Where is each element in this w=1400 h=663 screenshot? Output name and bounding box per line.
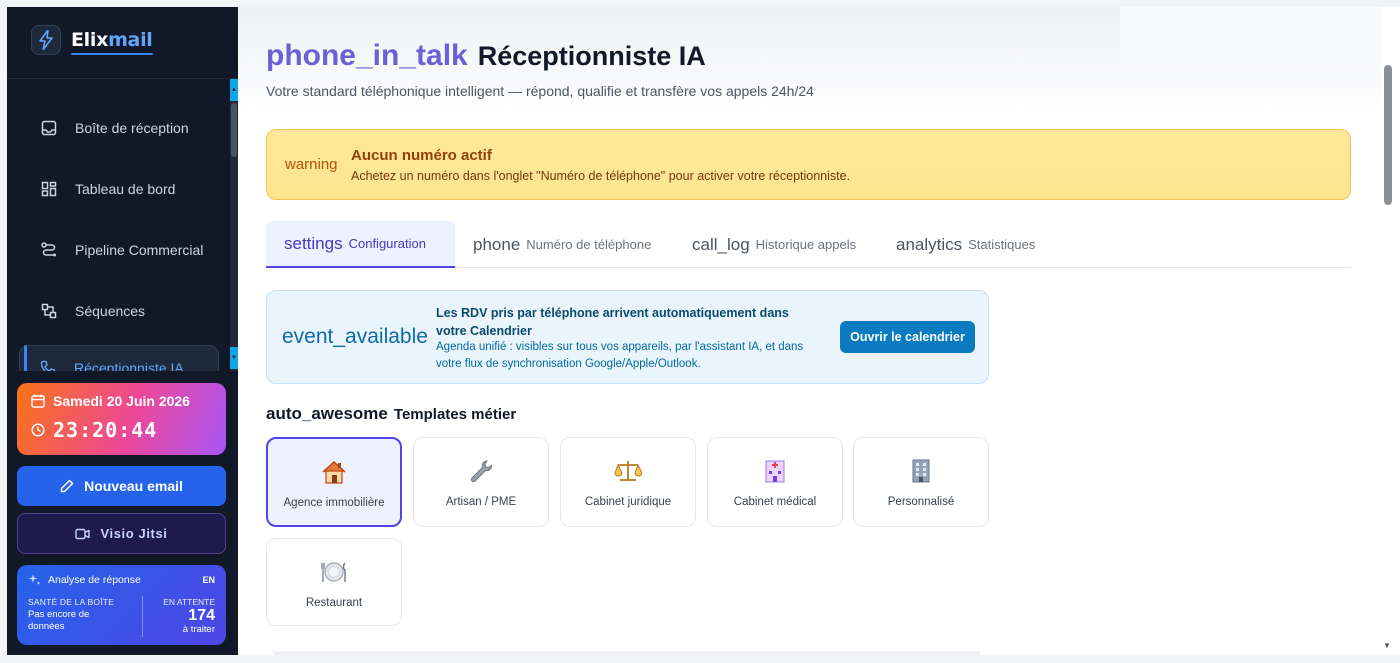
next-section-edge xyxy=(274,651,980,655)
house-icon xyxy=(268,459,400,485)
template-card-restaurant[interactable]: Restaurant xyxy=(266,538,402,626)
main-content: phone_in_talk Réceptionniste IA Votre st… xyxy=(238,7,1381,655)
calendar-info-title: Les RDV pris par téléphone arrivent auto… xyxy=(436,306,789,338)
template-card-real-estate[interactable]: Agence immobilière xyxy=(266,437,402,527)
scroll-down-icon[interactable]: ▼ xyxy=(230,347,238,369)
pipeline-icon xyxy=(41,242,56,257)
app-logo[interactable]: Elixmail xyxy=(31,25,153,55)
pencil-icon xyxy=(60,479,74,493)
pending-suffix: à traiter xyxy=(182,624,215,635)
active-indicator xyxy=(24,345,27,371)
sidebar-item-sequences[interactable]: Séquences xyxy=(19,288,219,334)
auto-awesome-icon: auto_awesome xyxy=(266,404,388,423)
hospital-icon xyxy=(708,458,842,484)
open-calendar-button[interactable]: Ouvrir le calendrier xyxy=(840,321,975,353)
tab-statistics[interactable]: analytics Statistiques xyxy=(878,221,1053,268)
analysis-title: Analyse de réponse xyxy=(48,573,141,586)
analytics-icon: analytics xyxy=(896,234,963,254)
plate-icon xyxy=(267,559,401,585)
phone-icon xyxy=(40,360,56,371)
lightning-icon xyxy=(31,25,61,55)
clock-icon xyxy=(31,423,45,437)
calendar-icon xyxy=(31,394,45,408)
wrench-icon xyxy=(414,458,548,484)
template-card-artisan[interactable]: Artisan / PME xyxy=(413,437,549,527)
page-subtitle: Votre standard téléphonique intelligent … xyxy=(266,83,814,99)
warning-text: Achetez un numéro dans l'onglet "Numéro … xyxy=(351,169,851,183)
office-building-icon xyxy=(854,458,988,484)
tab-configuration[interactable]: settings Configuration xyxy=(266,221,455,268)
sidebar-scroll-thumb[interactable] xyxy=(231,103,237,157)
reply-analysis-card[interactable]: Analyse de réponse EN SANTÉ DE LA BOÎTE … xyxy=(17,565,226,645)
phone-in-talk-icon: phone_in_talk xyxy=(266,39,468,72)
warning-banner: warning Aucun numéro actif Achetez un nu… xyxy=(266,129,1351,200)
sidebar-item-label: Boîte de réception xyxy=(75,120,189,136)
window-frame-left xyxy=(0,0,7,663)
current-time: 23:20:44 xyxy=(53,418,158,442)
call-log-icon: call_log xyxy=(692,234,750,254)
scroll-up-icon[interactable]: ▲ xyxy=(230,79,238,101)
calendar-info-text: Agenda unifié : visibles sur tous vos ap… xyxy=(436,341,804,370)
window-frame-bottom xyxy=(0,655,1400,663)
language-badge[interactable]: EN xyxy=(202,575,215,585)
main-scroll-thumb[interactable] xyxy=(1384,65,1392,205)
phone-icon: phone xyxy=(473,234,521,254)
page-title: phone_in_talk Réceptionniste IA xyxy=(266,39,706,73)
sidebar-item-label: Pipeline Commercial xyxy=(75,242,204,258)
template-card-custom[interactable]: Personnalisé xyxy=(853,437,989,527)
sidebar-item-label: Réceptionniste IA xyxy=(74,360,184,371)
event-available-icon: event_available xyxy=(282,325,428,348)
sparkle-icon xyxy=(28,574,41,585)
scales-icon xyxy=(561,458,695,484)
page-title-text: Réceptionniste IA xyxy=(477,41,706,71)
warning-title: Aucun numéro actif xyxy=(351,147,492,164)
template-card-medical[interactable]: Cabinet médical xyxy=(707,437,843,527)
pending-caption: EN ATTENTE xyxy=(163,597,215,607)
scroll-down-icon[interactable]: ▼ xyxy=(1383,641,1391,650)
window-frame-top xyxy=(0,0,1400,7)
sidebar-item-label: Séquences xyxy=(75,303,146,319)
pending-count: 174 xyxy=(188,607,215,624)
health-text: Pas encore de données xyxy=(28,609,90,632)
sequences-icon xyxy=(41,303,57,319)
tab-bar: settings Configuration phone Numéro de t… xyxy=(266,221,1351,268)
health-caption: SANTÉ DE LA BOÎTE xyxy=(28,597,115,607)
template-card-legal[interactable]: Cabinet juridique xyxy=(560,437,696,527)
templates-heading: auto_awesome Templates métier xyxy=(266,404,517,423)
sidebar: Elixmail Boîte de réception Tableau de b… xyxy=(7,7,238,655)
top-right-panel xyxy=(1120,7,1381,66)
new-email-button[interactable]: Nouveau email xyxy=(17,466,226,506)
tab-call-history[interactable]: call_log Historique appels xyxy=(674,221,874,268)
dashboard-icon xyxy=(41,181,57,197)
inbox-icon xyxy=(41,120,57,136)
calendar-info-card: event_available Les RDV pris par télépho… xyxy=(266,290,989,384)
video-icon xyxy=(75,528,91,539)
current-date: Samedi 20 Juin 2026 xyxy=(53,393,190,409)
logo-text: Elixmail xyxy=(71,29,153,55)
main-scrollbar[interactable]: ▼ xyxy=(1381,7,1400,655)
warning-icon: warning xyxy=(285,156,338,173)
date-time-card: Samedi 20 Juin 2026 23:20:44 xyxy=(17,383,226,455)
visio-jitsi-button[interactable]: Visio Jitsi xyxy=(17,513,226,554)
sidebar-item-inbox[interactable]: Boîte de réception xyxy=(19,105,219,151)
sidebar-item-dashboard[interactable]: Tableau de bord xyxy=(19,166,219,212)
sidebar-item-pipeline[interactable]: Pipeline Commercial xyxy=(19,227,219,273)
sidebar-item-label: Tableau de bord xyxy=(75,181,176,197)
settings-icon: settings xyxy=(284,233,343,253)
tab-phone-number[interactable]: phone Numéro de téléphone xyxy=(455,221,669,268)
sidebar-nav: Boîte de réception Tableau de bord Pipel… xyxy=(7,79,230,371)
sidebar-item-receptionist[interactable]: Réceptionniste IA xyxy=(19,345,219,371)
